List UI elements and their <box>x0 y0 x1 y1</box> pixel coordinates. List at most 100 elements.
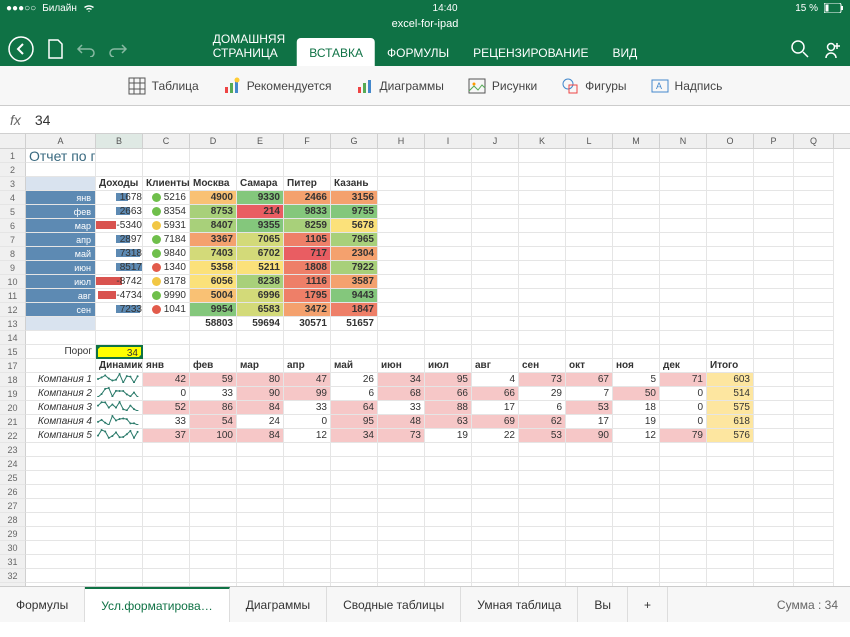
dyn-cell[interactable]: 50 <box>613 387 660 401</box>
cell[interactable] <box>754 583 794 586</box>
cell[interactable] <box>425 275 472 289</box>
cell[interactable] <box>794 359 834 373</box>
cell[interactable] <box>190 513 237 527</box>
sheet-tab-6[interactable]: Вы <box>578 587 628 622</box>
cell[interactable] <box>794 471 834 485</box>
sparkline[interactable] <box>96 401 143 415</box>
cell[interactable] <box>613 541 660 555</box>
col-E[interactable]: E <box>237 134 284 148</box>
cell[interactable] <box>237 163 284 177</box>
cell[interactable] <box>284 163 331 177</box>
cell[interactable] <box>472 219 519 233</box>
col-C[interactable]: C <box>143 134 190 148</box>
cell[interactable] <box>754 569 794 583</box>
cell[interactable] <box>754 443 794 457</box>
cell[interactable] <box>519 457 566 471</box>
cell[interactable] <box>794 345 834 359</box>
cell[interactable] <box>754 457 794 471</box>
cell[interactable] <box>660 219 707 233</box>
dyn-cell[interactable]: 42 <box>143 373 190 387</box>
row-num[interactable]: 28 <box>0 513 26 527</box>
cell[interactable] <box>566 205 613 219</box>
row-num[interactable]: 33 <box>0 583 26 586</box>
cell[interactable] <box>754 555 794 569</box>
cell[interactable] <box>331 163 378 177</box>
dyn-cell[interactable]: 33 <box>143 415 190 429</box>
cell[interactable] <box>707 289 754 303</box>
cell[interactable] <box>284 583 331 586</box>
cell[interactable] <box>566 331 613 345</box>
cell[interactable] <box>519 149 566 163</box>
cell[interactable] <box>331 541 378 555</box>
cell[interactable] <box>566 219 613 233</box>
city-cell[interactable]: 5211 <box>237 261 284 275</box>
cell[interactable] <box>378 303 425 317</box>
sparkline[interactable] <box>96 373 143 387</box>
dyn-cell[interactable]: 80 <box>237 373 284 387</box>
row-num[interactable]: 7 <box>0 233 26 247</box>
cell[interactable] <box>754 303 794 317</box>
cell[interactable] <box>378 261 425 275</box>
cell[interactable] <box>425 457 472 471</box>
row-num[interactable]: 3 <box>0 177 26 191</box>
cell[interactable] <box>472 443 519 457</box>
row-num[interactable]: 32 <box>0 569 26 583</box>
cell[interactable] <box>472 191 519 205</box>
dyn-cell[interactable]: 73 <box>378 429 425 443</box>
col-K[interactable]: K <box>519 134 566 148</box>
cell[interactable] <box>566 527 613 541</box>
cell[interactable] <box>190 149 237 163</box>
cell[interactable] <box>794 429 834 443</box>
dyn-month-hdr[interactable]: ноя <box>613 359 660 373</box>
dyn-cell[interactable]: 53 <box>566 401 613 415</box>
clients-cell[interactable]: 1041 <box>143 303 190 317</box>
dyn-total[interactable]: 618 <box>707 415 754 429</box>
cell[interactable] <box>519 233 566 247</box>
formula-bar[interactable]: fx 34 <box>0 106 850 134</box>
clients-cell[interactable]: 9840 <box>143 247 190 261</box>
cell[interactable] <box>794 233 834 247</box>
cell[interactable] <box>472 555 519 569</box>
income-cell[interactable]: 7318 <box>96 247 143 261</box>
cell[interactable] <box>754 387 794 401</box>
cell[interactable] <box>378 443 425 457</box>
cell[interactable] <box>143 457 190 471</box>
ribbon-table[interactable]: Таблица <box>128 77 199 95</box>
cell[interactable] <box>331 331 378 345</box>
cell[interactable] <box>519 303 566 317</box>
cell[interactable] <box>613 163 660 177</box>
dyn-month-hdr[interactable]: июл <box>425 359 472 373</box>
dyn-cell[interactable]: 67 <box>566 373 613 387</box>
ribbon-shapes[interactable]: Фигуры <box>561 77 626 95</box>
cell[interactable] <box>472 303 519 317</box>
cell[interactable] <box>331 471 378 485</box>
dyn-cell[interactable]: 4 <box>472 373 519 387</box>
cell[interactable] <box>660 247 707 261</box>
cell[interactable] <box>754 359 794 373</box>
cell[interactable] <box>566 191 613 205</box>
cell[interactable] <box>566 485 613 499</box>
search-icon[interactable] <box>790 39 810 59</box>
cell[interactable] <box>613 303 660 317</box>
cell[interactable] <box>378 177 425 191</box>
col-P[interactable]: P <box>754 134 794 148</box>
threshold-label[interactable]: Порог <box>26 345 96 359</box>
cell[interactable] <box>96 569 143 583</box>
cell[interactable] <box>566 471 613 485</box>
cell[interactable] <box>143 471 190 485</box>
cell[interactable] <box>566 345 613 359</box>
cell[interactable] <box>96 149 143 163</box>
month-label[interactable]: янв <box>26 191 96 205</box>
cell[interactable] <box>754 513 794 527</box>
cell[interactable] <box>425 541 472 555</box>
city-cell[interactable]: 3367 <box>190 233 237 247</box>
clients-cell[interactable]: 8354 <box>143 205 190 219</box>
city-cell[interactable]: 2304 <box>331 247 378 261</box>
cell[interactable] <box>237 457 284 471</box>
dyn-month-hdr[interactable]: мар <box>237 359 284 373</box>
dyn-cell[interactable]: 69 <box>472 415 519 429</box>
dyn-hdr[interactable]: Динамика <box>96 359 143 373</box>
city-cell[interactable]: 9443 <box>331 289 378 303</box>
dyn-cell[interactable]: 63 <box>425 415 472 429</box>
cell[interactable] <box>425 247 472 261</box>
